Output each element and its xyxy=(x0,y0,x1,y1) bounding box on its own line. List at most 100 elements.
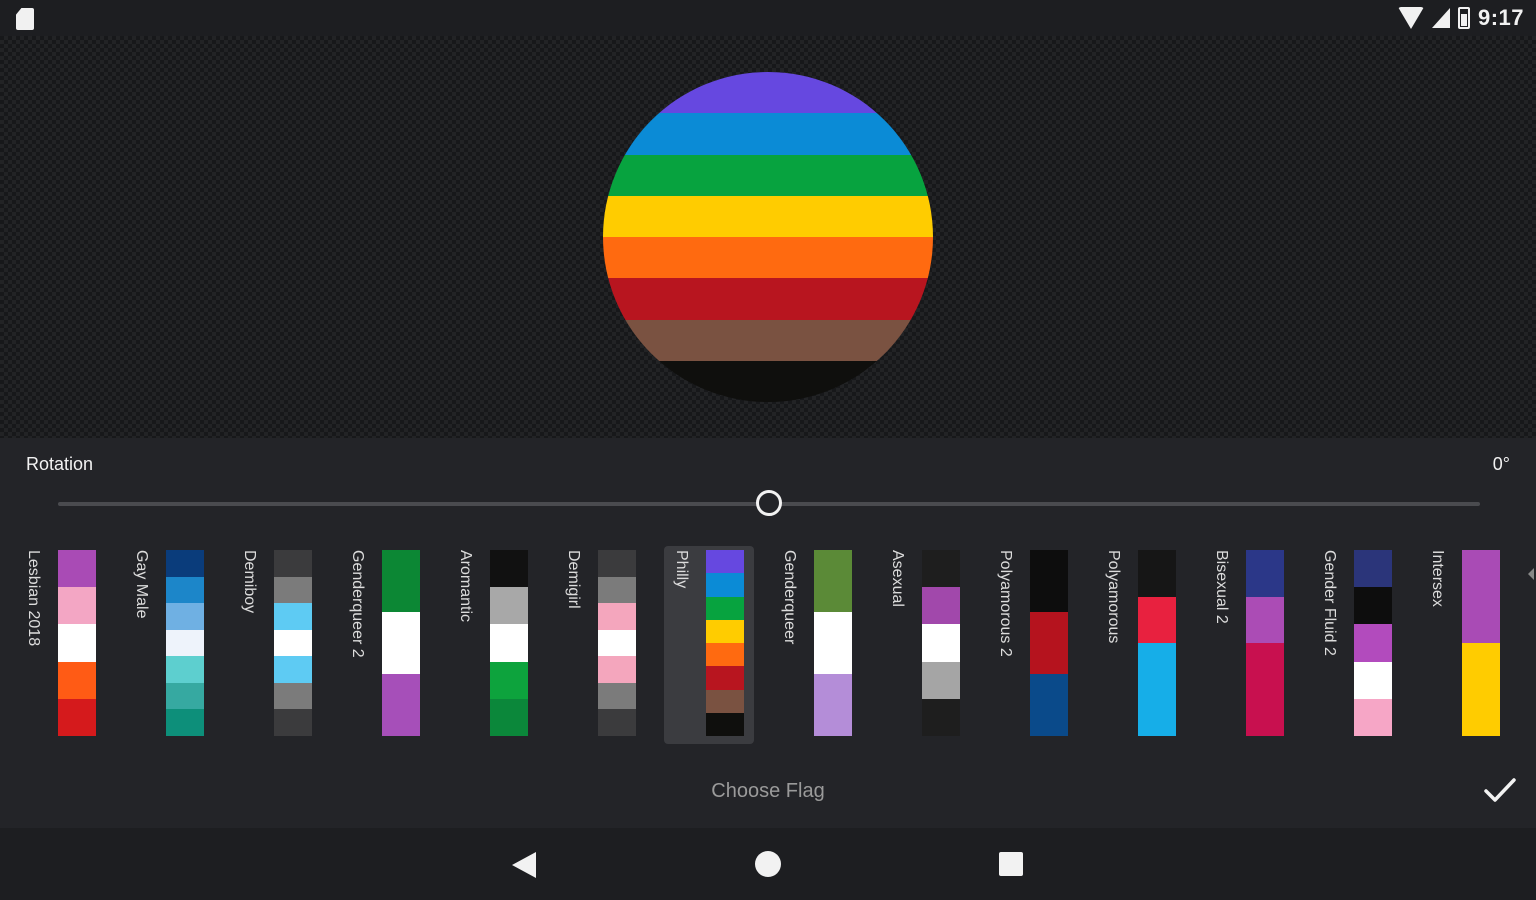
flag-option[interactable]: Gender Fluid 2 xyxy=(1312,546,1402,744)
flag-swatch-stripe xyxy=(166,656,204,683)
editor-panel: Rotation 0° Lesbian 2018 Gay Male Demiboy G… xyxy=(0,438,1536,828)
flag-swatch-stripe xyxy=(922,661,960,699)
wifi-icon xyxy=(1397,7,1424,29)
flag-option-swatch xyxy=(490,550,528,737)
rotation-value: 0° xyxy=(1492,454,1510,474)
flag-swatch-stripe xyxy=(382,612,420,674)
flag-option[interactable]: Gay Male xyxy=(124,546,214,744)
flag-swatch-stripe xyxy=(814,674,852,736)
flag-option[interactable]: Polyamorous 2 xyxy=(988,546,1078,744)
flag-option[interactable]: Demiboy xyxy=(232,546,322,744)
choose-flag-button[interactable]: Choose Flag xyxy=(0,780,1536,803)
flag-stripe xyxy=(603,278,933,320)
flag-option[interactable]: Bisexual 2 xyxy=(1204,546,1294,744)
flag-option[interactable]: Polyamorous xyxy=(1096,546,1186,744)
flag-option[interactable]: Asexual xyxy=(880,546,970,744)
flag-option-label: Gay Male xyxy=(133,550,150,619)
flag-swatch-stripe xyxy=(598,629,636,657)
flag-option-label: Aromantic xyxy=(457,550,474,623)
flag-swatch-stripe xyxy=(166,603,204,630)
flag-option-swatch xyxy=(1138,550,1176,736)
flag-stripe xyxy=(603,237,933,279)
flag-swatch-stripe xyxy=(274,550,312,577)
flag-swatch-stripe xyxy=(1246,550,1284,597)
flag-option[interactable]: Lesbian 2018 xyxy=(16,546,106,744)
flag-list[interactable]: Lesbian 2018 Gay Male Demiboy Genderqueer 2… xyxy=(0,546,1536,746)
flag-swatch-stripe xyxy=(598,603,636,630)
flag-swatch-stripe xyxy=(706,712,744,736)
flag-swatch-stripe xyxy=(814,612,852,674)
flag-swatch-stripe xyxy=(1246,689,1284,736)
flag-swatch-stripe xyxy=(166,576,204,604)
flag-option[interactable]: Demigirl xyxy=(556,546,646,744)
flag-option-label: Gender Fluid 2 xyxy=(1321,550,1338,656)
flag-swatch-stripe xyxy=(58,550,96,588)
flag-option-swatch xyxy=(598,550,636,737)
flag-option-label: Lesbian 2018 xyxy=(25,550,42,647)
back-icon[interactable] xyxy=(512,852,536,878)
flag-stripe xyxy=(603,319,933,361)
battery-icon xyxy=(1457,7,1470,29)
flag-swatch-stripe xyxy=(58,587,96,625)
flag-option-label: Demigirl xyxy=(565,550,582,609)
flag-option[interactable]: Aromantic xyxy=(448,546,538,744)
flag-option-label: Intersex xyxy=(1429,550,1446,607)
cell-signal-icon xyxy=(1431,8,1450,28)
flag-swatch-stripe xyxy=(598,709,636,737)
flag-option-swatch xyxy=(1462,550,1500,736)
flag-swatch-stripe xyxy=(706,619,744,643)
flag-swatch-stripe xyxy=(598,682,636,710)
flag-swatch-stripe xyxy=(1354,661,1392,699)
flag-stripe xyxy=(603,360,933,402)
flag-swatch-stripe xyxy=(490,587,528,625)
flag-swatch-stripe xyxy=(1354,550,1392,588)
flag-option-label: Demiboy xyxy=(241,550,258,614)
flag-swatch-stripe xyxy=(598,656,636,683)
flag-option-swatch xyxy=(1030,550,1068,736)
flag-swatch-stripe xyxy=(274,629,312,657)
flag-swatch-stripe xyxy=(1354,587,1392,625)
rotation-slider-thumb[interactable] xyxy=(756,490,782,516)
flag-option-swatch xyxy=(166,550,204,737)
flag-swatch-stripe xyxy=(1030,550,1068,612)
flag-swatch-stripe xyxy=(166,709,204,737)
flag-option[interactable]: Genderqueer 2 xyxy=(340,546,430,744)
flag-swatch-stripe xyxy=(58,624,96,662)
flag-preview-circle[interactable] xyxy=(603,72,933,402)
flag-swatch-stripe xyxy=(382,550,420,612)
preview-canvas[interactable] xyxy=(0,36,1536,438)
flag-swatch-stripe xyxy=(1138,596,1176,643)
flag-swatch-stripe xyxy=(706,596,744,620)
navigation-bar xyxy=(0,828,1536,900)
flag-swatch-stripe xyxy=(1462,643,1500,736)
flag-swatch-stripe xyxy=(490,698,528,737)
flag-option-label: Philly xyxy=(673,550,690,589)
flag-option-swatch xyxy=(922,550,960,737)
status-right: 9:17 xyxy=(1397,4,1524,32)
flag-option[interactable]: Genderqueer xyxy=(772,546,862,744)
flag-swatch-stripe xyxy=(922,698,960,737)
flag-option[interactable]: Philly xyxy=(664,546,754,744)
home-icon[interactable] xyxy=(755,851,781,877)
flag-option-swatch xyxy=(1354,550,1392,737)
flag-swatch-stripe xyxy=(274,656,312,683)
recents-icon[interactable] xyxy=(999,852,1023,876)
flag-swatch-stripe xyxy=(1138,643,1176,690)
checkmark-icon[interactable] xyxy=(1482,772,1518,808)
flag-swatch-stripe xyxy=(922,550,960,588)
flag-swatch-stripe xyxy=(274,603,312,630)
flag-option-swatch xyxy=(382,550,420,736)
flag-swatch-stripe xyxy=(58,698,96,737)
flag-swatch-stripe xyxy=(1138,550,1176,597)
flag-swatch-stripe xyxy=(166,682,204,710)
flag-option-label: Asexual xyxy=(889,550,906,607)
flag-swatch-stripe xyxy=(1030,674,1068,736)
flag-option-label: Genderqueer xyxy=(781,550,798,645)
flag-swatch-stripe xyxy=(166,550,204,577)
flag-option[interactable]: Intersex xyxy=(1420,546,1510,744)
flag-option-swatch xyxy=(58,550,96,737)
flag-swatch-stripe xyxy=(706,666,744,690)
flag-swatch-stripe xyxy=(490,661,528,699)
flag-swatch-stripe xyxy=(166,629,204,657)
flag-swatch-stripe xyxy=(706,573,744,597)
